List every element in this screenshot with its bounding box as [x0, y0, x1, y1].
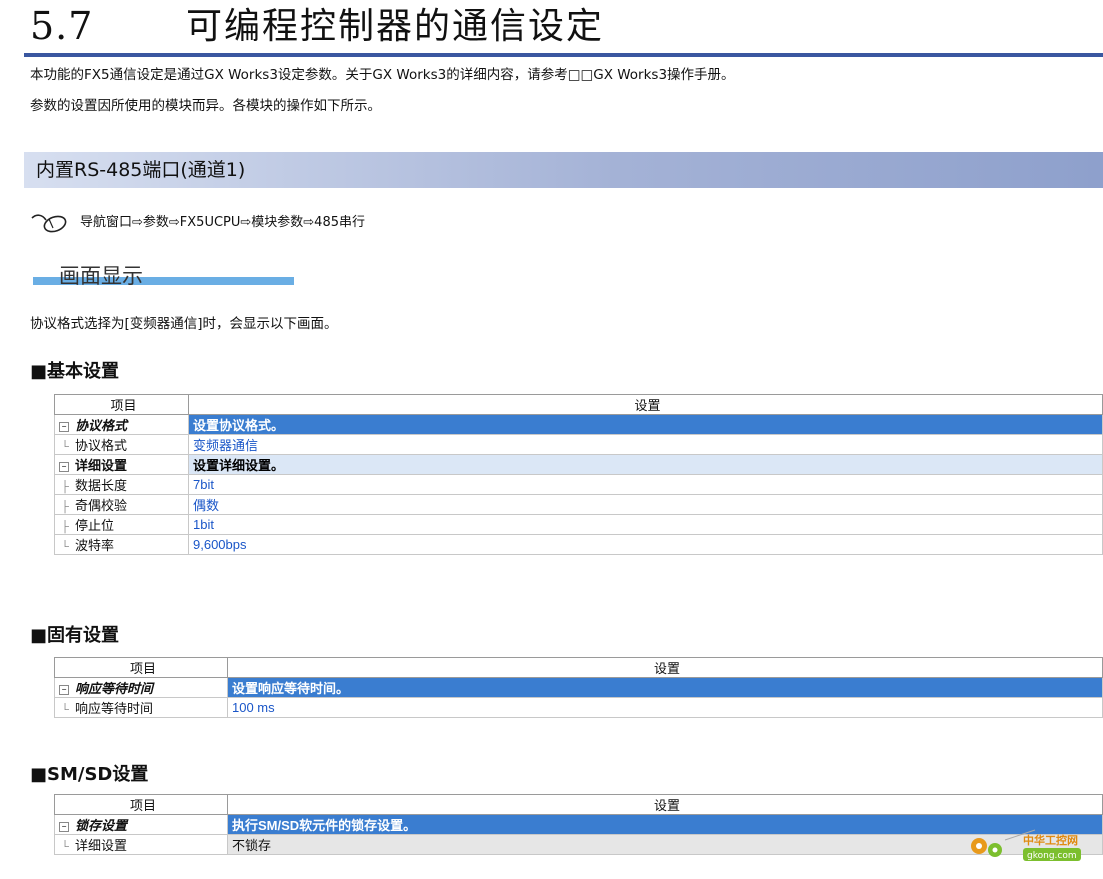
row-key: 响应等待时间: [75, 681, 154, 696]
column-setting: 设置: [188, 394, 1103, 415]
table-header: 项目 设置: [54, 657, 1103, 678]
table-row[interactable]: └ 波特率 9,600bps: [54, 534, 1103, 555]
column-item: 项目: [54, 657, 228, 678]
row-value: 设置响应等待时间。: [227, 677, 1103, 698]
collapse-icon[interactable]: −: [59, 821, 69, 832]
table-header: 项目 设置: [54, 794, 1103, 815]
row-value[interactable]: 100 ms: [227, 697, 1103, 718]
row-key: 波特率: [75, 538, 115, 553]
smsd-settings-table: 项目 设置 − 锁存设置 执行SM/SD软元件的锁存设置。 └ 详细设置 不锁存: [54, 794, 1103, 855]
table-row[interactable]: └ 响应等待时间 100 ms: [54, 697, 1103, 718]
row-key: 奇偶校验: [75, 498, 128, 513]
fixed-settings-heading: ■固有设置: [30, 625, 120, 646]
section-number: 5.7: [30, 4, 94, 48]
gear-icon: [971, 838, 1002, 857]
watermark-name: 中华工控网: [1023, 833, 1078, 847]
intro-paragraph-2: 参数的设置因所使用的模块而异。各模块的操作如下所示。: [30, 98, 381, 114]
row-value[interactable]: 1bit: [188, 514, 1103, 535]
table-row[interactable]: − 详细设置 设置详细设置。: [54, 454, 1103, 475]
table-row[interactable]: └ 详细设置 不锁存: [54, 834, 1103, 855]
table-row[interactable]: ├ 数据长度 7bit: [54, 474, 1103, 495]
row-key: 详细设置: [75, 458, 128, 473]
table-header: 项目 设置: [54, 394, 1103, 415]
fixed-settings-table: 项目 设置 − 响应等待时间 设置响应等待时间。 └ 响应等待时间 100 ms: [54, 657, 1103, 718]
table-row[interactable]: − 响应等待时间 设置响应等待时间。: [54, 677, 1103, 698]
row-value: 设置详细设置。: [188, 454, 1103, 475]
row-key: 协议格式: [75, 438, 128, 453]
intro-paragraph-1: 本功能的FX5通信设定是通过GX Works3设定参数。关于GX Works3的…: [30, 67, 735, 83]
table-row[interactable]: └ 协议格式 变频器通信: [54, 434, 1103, 455]
row-key: 锁存设置: [75, 818, 128, 833]
column-item: 项目: [54, 394, 189, 415]
mouse-icon: [31, 214, 67, 233]
tree-branch-icon: ├: [61, 481, 69, 493]
row-key: 数据长度: [75, 478, 128, 493]
row-value[interactable]: 变频器通信: [188, 434, 1103, 455]
row-key: 协议格式: [75, 418, 128, 433]
row-value: 设置协议格式。: [188, 414, 1103, 435]
row-value[interactable]: 偶数: [188, 494, 1103, 515]
collapse-icon[interactable]: −: [59, 684, 69, 695]
tree-branch-icon: ├: [61, 521, 69, 533]
column-setting: 设置: [227, 657, 1103, 678]
row-value[interactable]: 7bit: [188, 474, 1103, 495]
watermark-url: gkong.com: [1027, 851, 1077, 861]
section-title: 可编程控制器的通信设定: [186, 6, 605, 47]
table-row[interactable]: ├ 停止位 1bit: [54, 514, 1103, 535]
basic-settings-table: 项目 设置 − 协议格式 设置协议格式。 └ 协议格式 变频器通信 − 详细设置 设置…: [54, 394, 1103, 555]
smsd-settings-heading: ■SM/SD设置: [30, 764, 149, 785]
tree-branch-icon: └: [61, 541, 69, 553]
port-heading: 内置RS-485端口(通道1): [36, 159, 246, 181]
gkong-watermark-logo: 中华工控网 gkong.com: [971, 829, 1081, 861]
table-row[interactable]: ├ 奇偶校验 偶数: [54, 494, 1103, 515]
title-rule: [24, 53, 1103, 57]
row-key: 停止位: [75, 518, 115, 533]
collapse-icon[interactable]: −: [59, 421, 69, 432]
tree-branch-icon: └: [61, 441, 69, 453]
row-key: 响应等待时间: [75, 701, 154, 716]
column-setting: 设置: [227, 794, 1103, 815]
basic-settings-heading: ■基本设置: [30, 361, 120, 382]
tree-branch-icon: ├: [61, 501, 69, 513]
table-row[interactable]: − 锁存设置 执行SM/SD软元件的锁存设置。: [54, 814, 1103, 835]
row-value[interactable]: 9,600bps: [188, 534, 1103, 555]
screen-intro: 协议格式选择为[变频器通信]时，会显示以下画面。: [30, 316, 338, 332]
tree-branch-icon: └: [61, 841, 69, 853]
navigation-path: 导航窗口⇨参数⇨FX5UCPU⇨模块参数⇨485串行: [80, 215, 365, 230]
column-item: 项目: [54, 794, 228, 815]
screen-display-heading: 画面显示: [59, 264, 143, 288]
collapse-icon[interactable]: −: [59, 461, 69, 472]
table-row[interactable]: − 协议格式 设置协议格式。: [54, 414, 1103, 435]
row-key: 详细设置: [75, 838, 128, 853]
tree-branch-icon: └: [61, 704, 69, 716]
